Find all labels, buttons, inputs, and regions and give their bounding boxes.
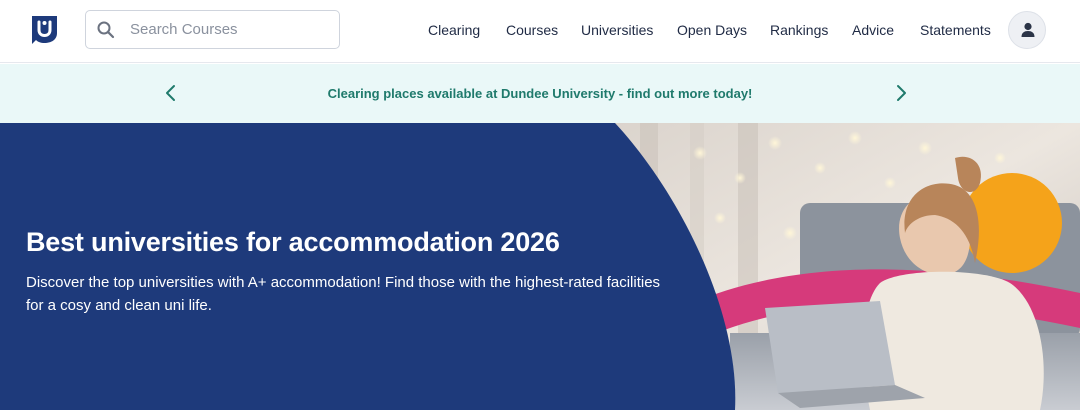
nav-advice[interactable]: Advice xyxy=(852,22,894,38)
search-input[interactable] xyxy=(130,11,330,48)
hero-title: Best universities for accommodation 2026 xyxy=(26,227,560,257)
nav-rankings[interactable]: Rankings xyxy=(770,22,828,38)
user-icon xyxy=(1021,22,1035,37)
search-box[interactable] xyxy=(85,10,340,49)
nav-courses[interactable]: Courses xyxy=(506,22,558,38)
hero-description: Discover the top universities with A+ ac… xyxy=(26,274,661,314)
announcement-banner: Clearing places available at Dundee Univ… xyxy=(0,64,1080,123)
search-icon xyxy=(97,21,115,39)
top-header: Clearing Courses Universities Open Days … xyxy=(0,0,1080,63)
nav-universities[interactable]: Universities xyxy=(581,22,653,38)
banner-link[interactable]: Clearing places available at Dundee Univ… xyxy=(0,86,1080,101)
chevron-right-icon[interactable] xyxy=(890,82,912,104)
account-button[interactable] xyxy=(1008,11,1046,49)
logo-icon[interactable] xyxy=(29,13,60,46)
hero-section: Best universities for accommodation 2026… xyxy=(0,123,1080,410)
nav-statements[interactable]: Statements xyxy=(920,22,991,38)
hero-image xyxy=(0,123,1080,410)
nav-open-days[interactable]: Open Days xyxy=(677,22,747,38)
nav-clearing[interactable]: Clearing xyxy=(428,22,480,38)
